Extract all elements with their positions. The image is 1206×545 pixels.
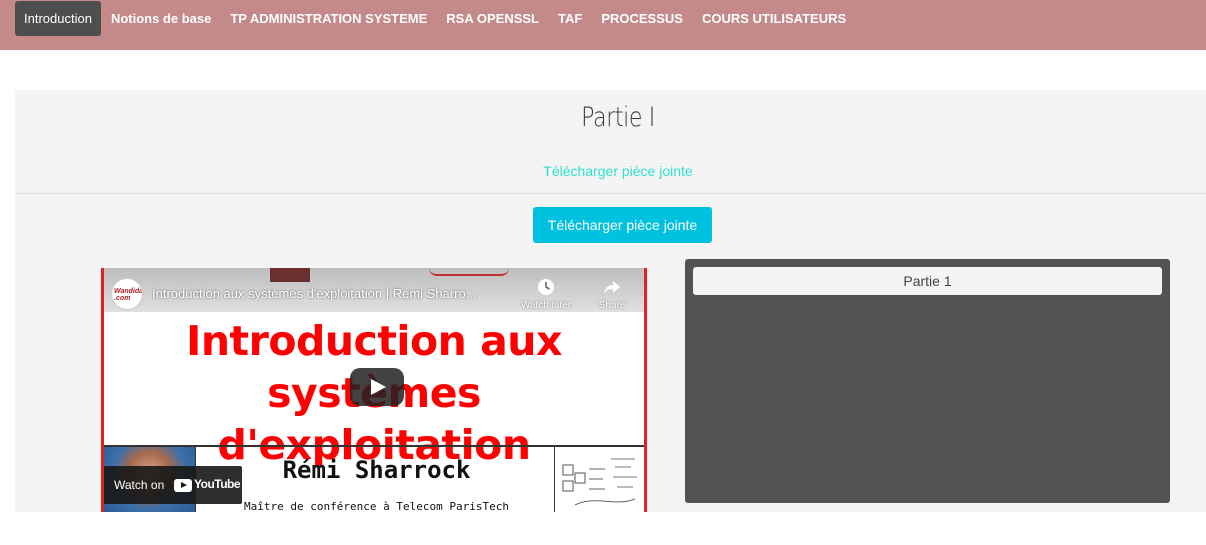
nav-item-introduction[interactable]: Introduction [15, 1, 101, 36]
video-slide-logo-arc [429, 268, 509, 276]
tab-partie-1[interactable]: Partie 1 [693, 267, 1162, 295]
parts-side-panel: Partie 1 [685, 259, 1170, 503]
download-attachment-button[interactable]: Télécharger pièce jointe [533, 207, 712, 243]
video-slide-logo-mark [270, 268, 310, 282]
nav-item-taf[interactable]: TAF [549, 1, 591, 36]
watch-on-label: Watch on [114, 478, 165, 492]
video-play-button[interactable] [350, 368, 404, 406]
video-title[interactable]: Introduction aux systèmes d'exploitation… [152, 286, 512, 301]
share-arrow-icon [604, 281, 620, 294]
watch-later-button[interactable]: Watch later [516, 278, 576, 311]
sketch-diagram-icon [562, 458, 637, 506]
youtube-play-icon [174, 479, 192, 492]
watch-later-label: Watch later [520, 300, 572, 311]
top-navbar: Introduction Notions de base TP ADMINIST… [0, 0, 1206, 50]
share-label: Share [598, 300, 626, 311]
clock-icon [538, 279, 554, 295]
video-slide-subtitle: Maître de conférence à Telecom ParisTech [244, 500, 509, 512]
nav-item-cours-utilisateurs[interactable]: COURS UTILISATEURS [693, 1, 855, 36]
nav-item-tp-administration-systeme[interactable]: TP ADMINISTRATION SYSTEME [221, 1, 436, 36]
channel-logo-text: Wandida .com [114, 288, 143, 302]
video-slide-heading-line1: Introduction aux [186, 317, 562, 365]
youtube-wordmark: YouTube [194, 477, 241, 491]
watch-on-youtube-button[interactable]: Watch on YouTube [104, 466, 242, 504]
channel-avatar[interactable]: Wandida .com [111, 278, 143, 310]
youtube-video-embed[interactable]: Wandida .com Introduction aux systèmes d… [101, 268, 647, 512]
nav-item-rsa-openssl[interactable]: RSA OPENSSL [437, 1, 548, 36]
attachment-download-link[interactable]: Télécharger pièce jointe [15, 163, 1206, 179]
share-button[interactable]: Share [582, 278, 642, 311]
content-panel: Partie I Télécharger pièce jointe Téléch… [15, 90, 1206, 512]
video-slide-author: Rémi Sharrock [282, 456, 471, 484]
video-slide-diagram [554, 447, 644, 512]
youtube-logo-icon: YouTube [174, 477, 241, 493]
nav-item-processus[interactable]: PROCESSUS [592, 1, 692, 36]
nav-menu: Introduction Notions de base TP ADMINIST… [15, 1, 856, 36]
section-title: Partie I [581, 102, 655, 133]
section-divider [15, 193, 1206, 194]
nav-item-notions-de-base[interactable]: Notions de base [102, 1, 220, 36]
